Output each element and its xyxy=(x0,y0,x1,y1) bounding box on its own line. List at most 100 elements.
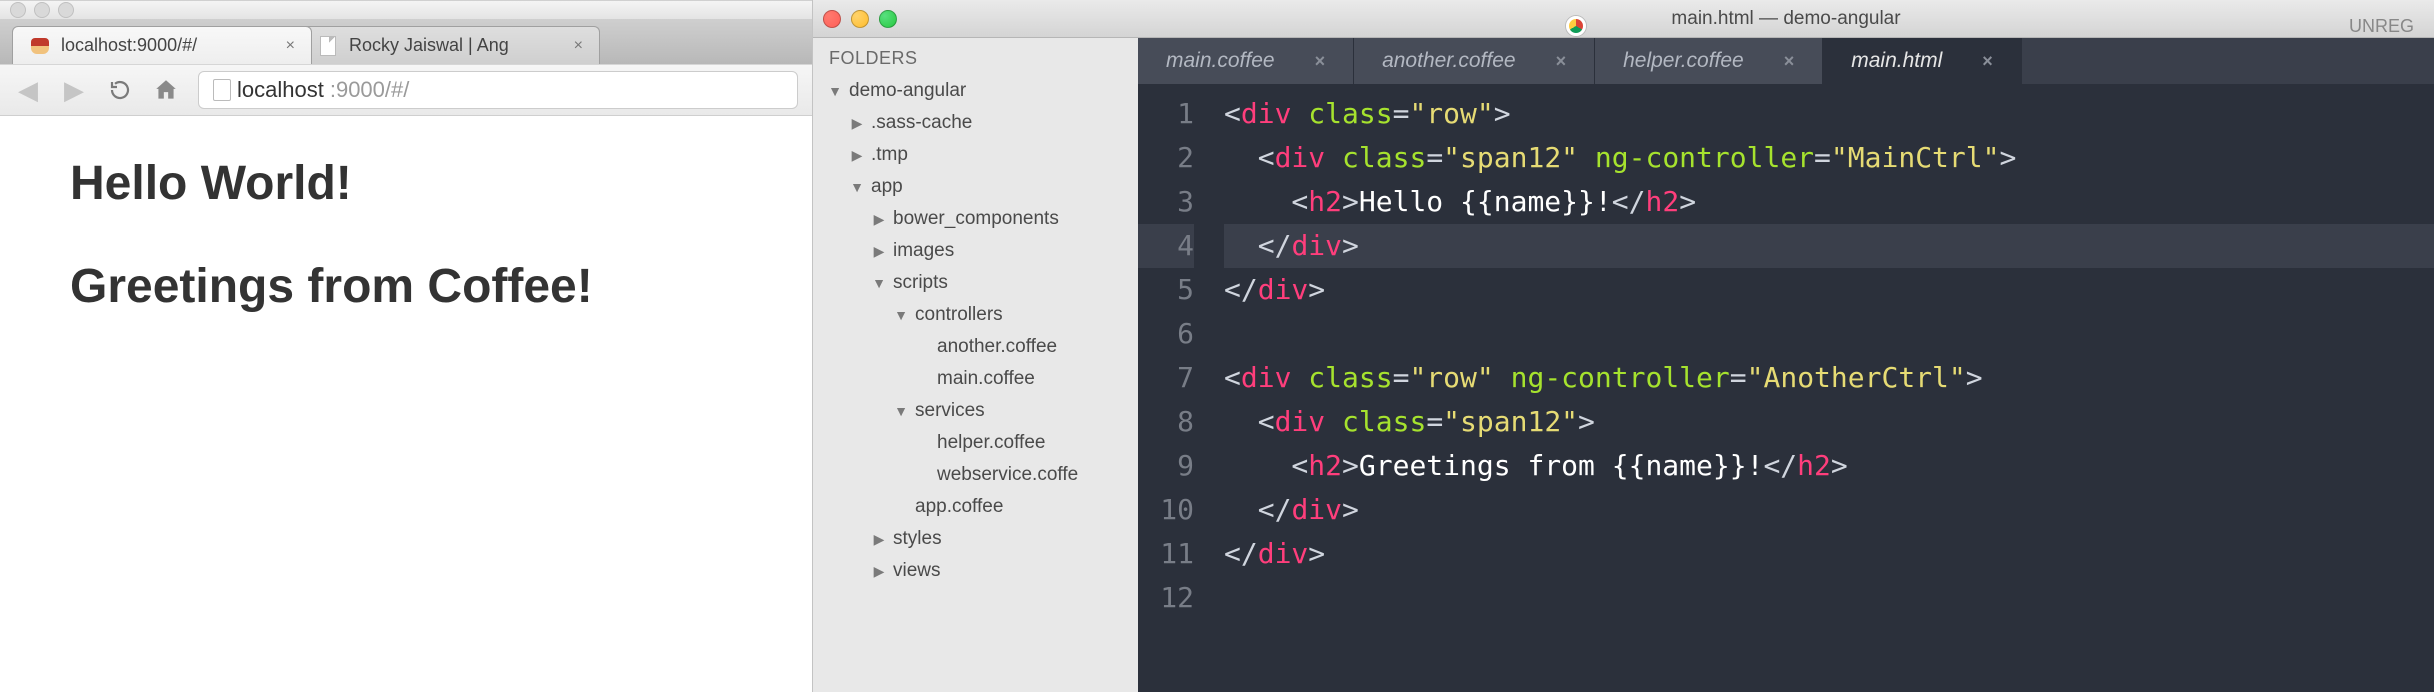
chevron-right-icon: ▶ xyxy=(849,147,865,164)
line-number[interactable]: 9 xyxy=(1138,444,1194,488)
forward-button[interactable]: ▶ xyxy=(60,76,88,104)
line-number[interactable]: 7 xyxy=(1138,356,1194,400)
close-icon[interactable]: × xyxy=(574,37,583,55)
code-line: <h2>Hello {{name}}!</h2> xyxy=(1224,180,2434,224)
browser-window: localhost:9000/#/ × Rocky Jaiswal | Ang × ◀… xyxy=(0,0,812,692)
chevron-down-icon: ▼ xyxy=(893,307,909,323)
line-number[interactable]: 6 xyxy=(1138,312,1194,356)
favicon-doc-icon xyxy=(317,35,339,57)
code-editor: main.html — demo-angular UNREG main.coff… xyxy=(1138,0,2434,692)
chevron-down-icon: ▼ xyxy=(893,403,909,419)
page-heading-2: Greetings from Coffee! xyxy=(70,259,742,314)
traffic-light-close-icon[interactable] xyxy=(10,2,26,18)
line-number[interactable]: 12 xyxy=(1138,576,1194,620)
close-icon[interactable]: × xyxy=(1784,51,1795,72)
chevron-right-icon: ▶ xyxy=(871,211,887,228)
close-icon[interactable]: × xyxy=(1982,51,1993,72)
reload-button[interactable] xyxy=(106,76,134,104)
editor-tab-label: another.coffee xyxy=(1382,49,1516,73)
line-number[interactable]: 8 xyxy=(1138,400,1194,444)
editor-tab[interactable]: another.coffee × xyxy=(1354,38,1595,84)
traffic-light-zoom-icon[interactable] xyxy=(58,2,74,18)
address-host: localhost xyxy=(237,77,324,103)
traffic-light-minimize-icon[interactable] xyxy=(34,2,50,18)
tree-folder[interactable]: ▶.sass-cache xyxy=(819,107,1132,139)
code-line: </div> xyxy=(1224,268,2434,312)
tree-folder[interactable]: ▼app xyxy=(819,171,1132,203)
editor-body: 123456789101112 <div class="row"> <div c… xyxy=(1138,84,2434,692)
tree-folder[interactable]: ▶ images xyxy=(819,235,1132,267)
tree-label: images xyxy=(893,240,954,262)
browser-page: Hello World! Greetings from Coffee! xyxy=(0,116,812,692)
editor-sidebar: FOLDERS ▼demo-angular▶.sass-cache▶.tmp▼a… xyxy=(812,0,1138,692)
tree-label: styles xyxy=(893,528,942,550)
tree-file[interactable]: ▶app.coffee xyxy=(819,491,1132,523)
browser-tab[interactable]: Rocky Jaiswal | Ang × xyxy=(300,26,600,64)
tree-folder[interactable]: ▶ .tmp xyxy=(819,139,1132,171)
tree-folder[interactable]: ▼ demo-angular xyxy=(819,75,1132,107)
close-icon[interactable]: × xyxy=(1556,51,1567,72)
tree-folder[interactable]: ▼ controllers xyxy=(819,299,1132,331)
editor-code[interactable]: <div class="row"> <div class="span12" ng… xyxy=(1208,84,2434,692)
editor-tab[interactable]: main.html × xyxy=(1823,38,2022,84)
tree-folder[interactable]: ▼ scripts xyxy=(819,267,1132,299)
code-line: <h2>Greetings from {{name}}!</h2> xyxy=(1224,444,2434,488)
favicon-app-icon xyxy=(29,35,51,57)
back-button[interactable]: ◀ xyxy=(14,76,42,104)
traffic-light-close-icon[interactable] xyxy=(823,10,841,28)
code-line: <div class="span12" ng-controller="MainC… xyxy=(1224,136,2434,180)
tree-file[interactable]: ▶another.coffee xyxy=(819,331,1132,363)
tree-label: demo-angular xyxy=(849,80,966,102)
tree-label: app.coffee xyxy=(915,496,1003,518)
tree-label: .tmp xyxy=(871,144,908,166)
tree-label: views xyxy=(893,560,941,582)
chevron-right-icon: ▶ xyxy=(871,563,887,580)
tree-label: controllers xyxy=(915,304,1003,326)
line-number[interactable]: 4 xyxy=(1138,224,1194,268)
home-icon xyxy=(153,77,179,103)
line-number[interactable]: 1 xyxy=(1138,92,1194,136)
tree-file[interactable]: ▶webservice.coffe xyxy=(819,459,1132,491)
tree-label: app xyxy=(871,176,903,198)
browser-tab-title: localhost:9000/#/ xyxy=(61,35,276,56)
home-button[interactable] xyxy=(152,76,180,104)
tree-label: bower_components xyxy=(893,208,1059,230)
editor-tabs: main.coffee×another.coffee×helper.coffee… xyxy=(1138,38,2434,84)
tree-file[interactable]: ▶main.coffee xyxy=(819,363,1132,395)
code-line xyxy=(1224,576,2434,620)
line-number[interactable]: 2 xyxy=(1138,136,1194,180)
line-number[interactable]: 10 xyxy=(1138,488,1194,532)
line-number[interactable]: 3 xyxy=(1138,180,1194,224)
reload-icon xyxy=(108,78,132,102)
address-bar[interactable]: localhost:9000/#/ xyxy=(198,71,798,109)
editor-tab[interactable]: main.coffee× xyxy=(1138,38,1354,84)
unregistered-label: UNREG xyxy=(2349,16,2414,37)
code-line: <div class="row" ng-controller="AnotherC… xyxy=(1224,356,2434,400)
chevron-down-icon: ▼ xyxy=(871,275,887,291)
traffic-light-zoom-icon[interactable] xyxy=(879,10,897,28)
chevron-right-icon: ▶ xyxy=(871,243,887,260)
tree-folder[interactable]: ▶ bower_components xyxy=(819,203,1132,235)
editor-gutter: 123456789101112 xyxy=(1138,84,1208,692)
line-number[interactable]: 5 xyxy=(1138,268,1194,312)
chevron-down-icon: ▼ xyxy=(827,83,843,99)
code-line: </div> xyxy=(1224,532,2434,576)
browser-tab[interactable]: localhost:9000/#/ × xyxy=(12,26,312,64)
tree-folder[interactable]: ▶styles xyxy=(819,523,1132,555)
editor-tab[interactable]: helper.coffee × xyxy=(1595,38,1823,84)
tree-file[interactable]: ▶helper.coffee xyxy=(819,427,1132,459)
close-icon[interactable]: × xyxy=(1315,51,1326,72)
tree-label: another.coffee xyxy=(937,336,1057,358)
sidebar-section-header: FOLDERS xyxy=(813,38,1138,75)
close-icon[interactable]: × xyxy=(286,37,295,55)
tree-label: scripts xyxy=(893,272,948,294)
line-number[interactable]: 11 xyxy=(1138,532,1194,576)
editor-tab-label: main.html xyxy=(1851,49,1942,73)
tree-folder[interactable]: ▶ views xyxy=(819,555,1132,587)
tree-folder[interactable]: ▼services xyxy=(819,395,1132,427)
tree-label: webservice.coffe xyxy=(937,464,1078,486)
folder-tree: ▼demo-angular▶.sass-cache▶.tmp▼app▶bower… xyxy=(813,75,1138,692)
editor-tab-label: helper.coffee xyxy=(1623,49,1744,73)
traffic-light-minimize-icon[interactable] xyxy=(851,10,869,28)
browser-tab-title: Rocky Jaiswal | Ang xyxy=(349,35,564,56)
